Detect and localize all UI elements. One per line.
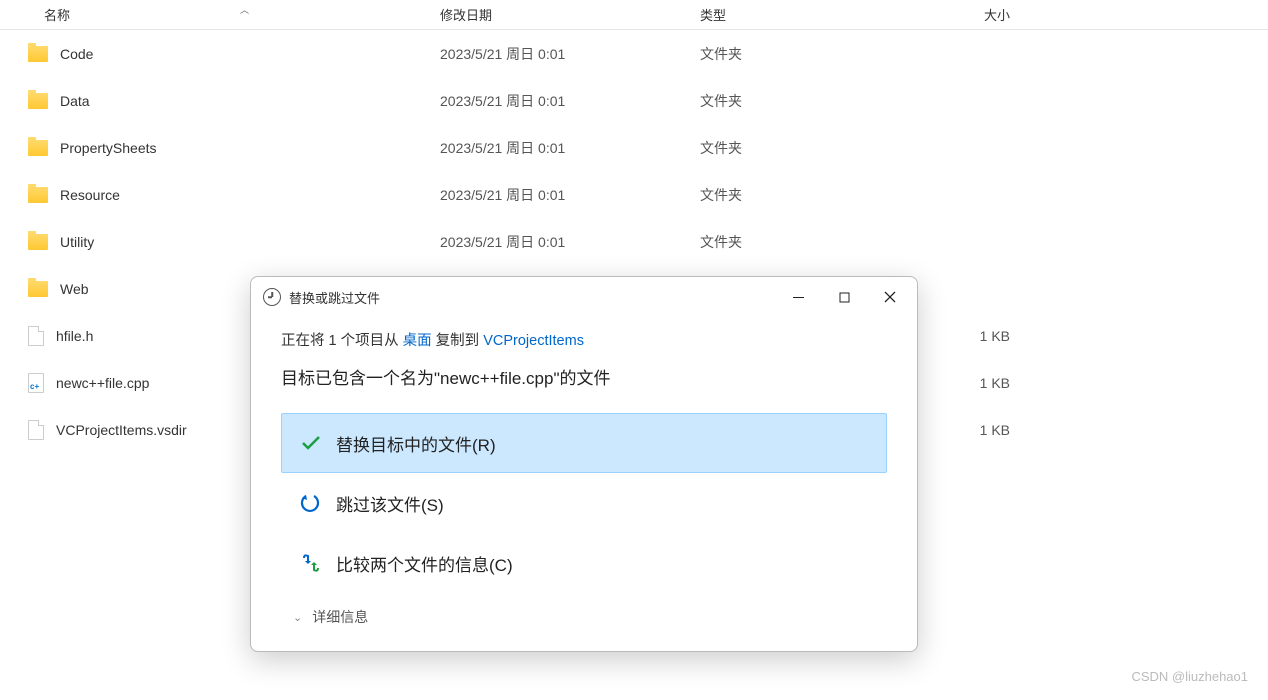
file-type-cell: 文件夹 — [700, 138, 900, 158]
file-size-cell: 1 KB — [900, 328, 1030, 344]
folder-icon — [28, 46, 48, 62]
minimize-button[interactable] — [775, 281, 821, 313]
folder-icon — [28, 234, 48, 250]
folder-icon — [28, 140, 48, 156]
clock-icon — [263, 288, 281, 306]
file-name-label: PropertySheets — [60, 140, 157, 156]
sort-ascending-icon: ︿ — [240, 3, 249, 16]
skip-arrow-icon — [300, 492, 322, 514]
file-date-cell: 2023/5/21 周日 0:01 — [440, 91, 700, 111]
watermark-text: CSDN @liuzhehao1 — [1131, 669, 1248, 684]
file-type-cell: 文件夹 — [700, 232, 900, 252]
file-row[interactable]: Utility 2023/5/21 周日 0:01文件夹 — [0, 218, 1268, 265]
details-toggle[interactable]: ⌄ 详细信息 — [281, 593, 887, 631]
replace-option-label: 替换目标中的文件(R) — [336, 431, 496, 456]
conflict-message: 目标已包含一个名为"newc++file.cpp"的文件 — [281, 364, 887, 389]
maximize-button[interactable] — [821, 281, 867, 313]
destination-link[interactable]: VCProjectItems — [483, 333, 584, 349]
file-size-cell: 1 KB — [900, 422, 1030, 438]
column-header-type[interactable]: 类型 — [700, 5, 900, 24]
close-button[interactable] — [867, 281, 913, 313]
file-name-label: Code — [60, 46, 93, 62]
file-name-cell: Utility — [0, 234, 440, 250]
file-size-cell: 1 KB — [900, 375, 1030, 391]
chevron-down-icon: ⌄ — [293, 611, 302, 624]
copy-status-text: 正在将 1 个项目从 桌面 复制到 VCProjectItems — [281, 329, 887, 350]
folder-icon — [28, 281, 48, 297]
compare-icon — [300, 552, 322, 574]
file-name-label: newc++file.cpp — [56, 375, 149, 391]
file-date-cell: 2023/5/21 周日 0:01 — [440, 44, 700, 64]
file-name-label: Data — [60, 93, 90, 109]
file-row[interactable]: Code 2023/5/21 周日 0:01文件夹 — [0, 30, 1268, 77]
file-type-cell: 文件夹 — [700, 91, 900, 111]
file-name-label: Resource — [60, 187, 120, 203]
folder-icon — [28, 93, 48, 109]
details-label: 详细信息 — [312, 607, 368, 627]
dialog-title: 替换或跳过文件 — [289, 288, 775, 307]
file-date-cell: 2023/5/21 周日 0:01 — [440, 185, 700, 205]
file-date-cell: 2023/5/21 周日 0:01 — [440, 138, 700, 158]
column-header-date[interactable]: 修改日期 — [440, 5, 700, 24]
skip-option[interactable]: 跳过该文件(S) — [281, 473, 887, 533]
source-link[interactable]: 桌面 — [403, 333, 432, 349]
file-name-cell: PropertySheets — [0, 140, 440, 156]
compare-option-label: 比较两个文件的信息(C) — [336, 551, 513, 576]
window-controls — [775, 281, 913, 313]
file-row[interactable]: Resource 2023/5/21 周日 0:01文件夹 — [0, 171, 1268, 218]
file-name-label: Web — [60, 281, 89, 297]
file-name-label: hfile.h — [56, 328, 93, 344]
file-type-cell: 文件夹 — [700, 185, 900, 205]
file-name-label: Utility — [60, 234, 94, 250]
column-header-size[interactable]: 大小 — [900, 5, 1030, 24]
dialog-body: 正在将 1 个项目从 桌面 复制到 VCProjectItems 目标已包含一个… — [251, 317, 917, 651]
file-name-cell: Data — [0, 93, 440, 109]
cpp-file-icon: c+ — [28, 373, 44, 393]
replace-or-skip-dialog: 替换或跳过文件 正在将 1 个项目从 桌面 复制到 VCProjectItems… — [250, 276, 918, 652]
file-icon — [28, 326, 44, 346]
file-row[interactable]: Data 2023/5/21 周日 0:01文件夹 — [0, 77, 1268, 124]
compare-option[interactable]: 比较两个文件的信息(C) — [281, 533, 887, 593]
file-name-cell: Resource — [0, 187, 440, 203]
file-name-label: VCProjectItems.vsdir — [56, 422, 187, 438]
file-date-cell: 2023/5/21 周日 0:01 — [440, 232, 700, 252]
checkmark-icon — [300, 432, 322, 454]
file-name-cell: Code — [0, 46, 440, 62]
replace-option[interactable]: 替换目标中的文件(R) — [281, 413, 887, 473]
skip-option-label: 跳过该文件(S) — [336, 491, 444, 516]
file-icon — [28, 420, 44, 440]
column-header-name[interactable]: 名称 ︿ — [0, 5, 440, 24]
file-type-cell: 文件夹 — [700, 44, 900, 64]
folder-icon — [28, 187, 48, 203]
dialog-titlebar: 替换或跳过文件 — [251, 277, 917, 317]
file-row[interactable]: PropertySheets 2023/5/21 周日 0:01文件夹 — [0, 124, 1268, 171]
column-header-row: 名称 ︿ 修改日期 类型 大小 — [0, 0, 1268, 30]
column-name-label: 名称 — [44, 5, 70, 24]
